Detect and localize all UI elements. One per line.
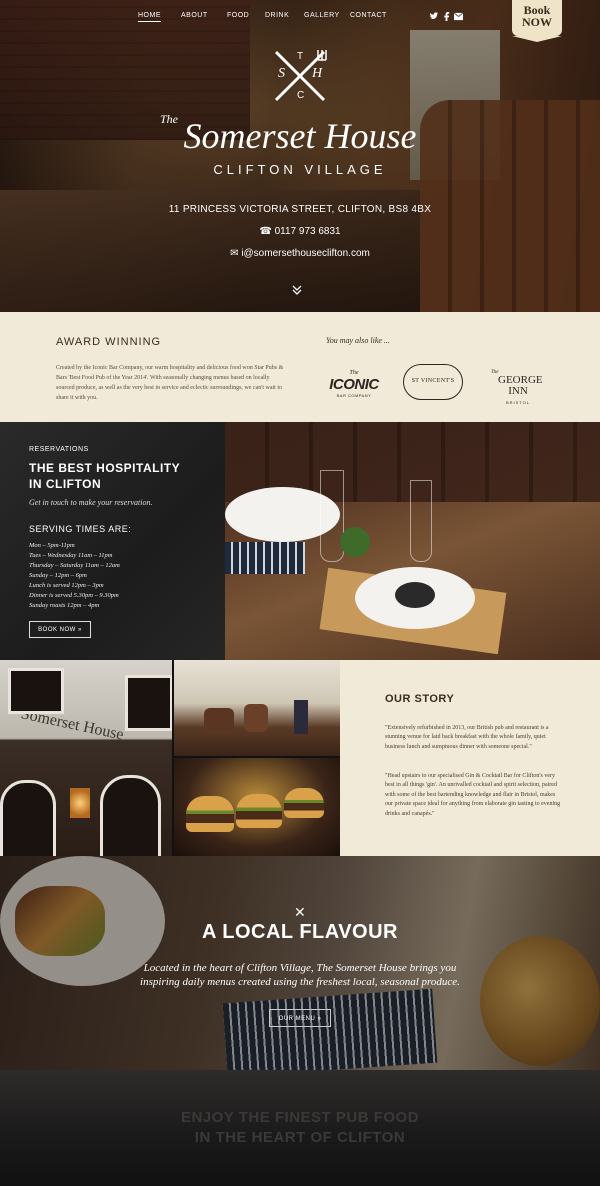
bottom-heading: ENJOY THE FINEST PUB FOOD IN THE HEART O…	[0, 1108, 600, 1148]
book-now-line2: NOW	[522, 15, 552, 29]
nav-food[interactable]: FOOD	[227, 12, 249, 19]
brand-george-inn[interactable]: The GEORGE INN BRISTOL	[488, 370, 548, 405]
reservations-tag: RESERVATIONS	[29, 446, 89, 453]
brand-iconic-sub: BAR COMPANY	[336, 393, 372, 398]
story-paragraph-1: "Extensively refurbished in 2013, our Br…	[385, 725, 549, 750]
bar-interior-photo	[174, 660, 340, 756]
hours-row: Lunch is served 12pm – 3pm	[29, 582, 104, 589]
hours-row: Thursday – Saturday 11am – 12am	[29, 562, 120, 569]
brand-iconic-name: ICONIC	[329, 376, 379, 393]
hero-section: HOME ABOUT FOOD DRINK GALLERY CONTACT Bo…	[0, 0, 600, 312]
brand-st-vincents-name: ST VINCENT'S	[411, 378, 455, 384]
phone-row[interactable]: ☎ 0117 973 6831	[0, 226, 600, 237]
local-flavour-line1: Located in the heart of Clifton Village,…	[143, 962, 457, 974]
reservations-intro: Get in touch to make your reservation.	[29, 498, 153, 507]
brand-george-sub: BRISTOL	[505, 400, 531, 405]
facebook-icon[interactable]	[443, 12, 450, 23]
reservations-heading: THE BEST HOSPITALITY IN CLIFTON	[29, 460, 209, 492]
napkin-image	[225, 542, 305, 574]
hours-row: Dinner is served 5.30pm – 9.30pm	[29, 592, 119, 599]
mail-icon: ✉	[230, 248, 242, 259]
nav-home[interactable]: HOME	[138, 12, 161, 22]
twitter-icon[interactable]	[430, 12, 439, 23]
monogram-h: H	[312, 66, 323, 81]
brand-st-vincents[interactable]: ST VINCENT'S	[403, 364, 463, 400]
local-flavour-heading: A LOCAL FLAVOUR	[201, 921, 398, 943]
nav-drink[interactable]: DRINK	[265, 12, 289, 19]
wine-glass-image	[410, 480, 432, 562]
logo-title: Somerset House	[183, 116, 417, 156]
close-icon: ✕	[294, 904, 306, 920]
email-row[interactable]: ✉ i@somersethouseclifton.com	[0, 248, 600, 259]
local-flavour-line2: inspiring daily menus created using the …	[140, 976, 460, 988]
award-text: Created by the Iconic Bar Company, our w…	[56, 365, 284, 401]
herb-pot-image	[340, 527, 370, 557]
hours-row: Sunday roasts 12pm – 4pm	[29, 602, 100, 609]
hours-row: Mon – 5pm-11pm	[29, 542, 75, 549]
award-heading: AWARD WINNING	[56, 336, 162, 348]
email-address: i@somersethouseclifton.com	[241, 248, 370, 259]
award-section: AWARD WINNING Created by the Iconic Bar …	[0, 312, 600, 422]
nav-contact[interactable]: CONTACT	[350, 12, 387, 19]
serving-times-title: SERVING TIMES ARE:	[29, 524, 132, 534]
bottom-banner: ENJOY THE FINEST PUB FOOD IN THE HEART O…	[0, 1070, 600, 1186]
phone-icon: ☎	[259, 226, 275, 237]
story-heading: OUR STORY	[385, 693, 455, 705]
brand-iconic[interactable]: The ICONIC BAR COMPANY	[324, 370, 384, 398]
main-nav: HOME ABOUT FOOD DRINK GALLERY CONTACT	[0, 12, 600, 26]
reservations-heading-line1: THE BEST HOSPITALITY	[29, 461, 181, 475]
scroll-down-icon[interactable]	[292, 285, 302, 298]
bottom-heading-line2: IN THE HEART OF CLIFTON	[194, 1129, 406, 1146]
reservations-heading-line2: IN CLIFTON	[29, 477, 102, 491]
nav-about[interactable]: ABOUT	[181, 12, 208, 19]
food-photo	[225, 422, 600, 660]
our-story-panel: OUR STORY "Extensively refurbished in 20…	[340, 660, 600, 856]
also-like-label: You may also like ...	[326, 336, 390, 345]
brand-george-name: GEORGE INN	[498, 374, 543, 397]
book-now-button[interactable]: BOOK NOW »	[29, 621, 91, 638]
serving-hours-list: Mon – 5pm-11pm Tues – Wednesday 11am – 1…	[29, 541, 120, 611]
hours-row: Sunday – 12pm – 6pm	[29, 572, 87, 579]
house-exterior-photo: Somerset House	[0, 660, 172, 856]
burger-photo	[174, 758, 340, 856]
mussels-image	[395, 582, 435, 608]
logo-subtitle: CLIFTON VILLAGE	[213, 162, 387, 177]
logo-monogram: S T C H	[268, 48, 332, 108]
book-now-ribbon[interactable]: Book NOW	[512, 0, 562, 42]
our-menu-button[interactable]: OUR MENU »	[269, 1009, 331, 1027]
bottom-heading-line1: ENJOY THE FINEST PUB FOOD	[180, 1109, 420, 1126]
monogram-t: T	[297, 51, 304, 62]
nav-gallery[interactable]: GALLERY	[304, 12, 340, 19]
mail-icon[interactable]	[453, 12, 464, 23]
monogram-c: C	[297, 90, 305, 101]
story-paragraph-2: "Head upstairs to our specialised Gin & …	[385, 773, 561, 817]
monogram-s: S	[278, 66, 285, 81]
reservations-panel: RESERVATIONS THE BEST HOSPITALITY IN CLI…	[0, 422, 225, 660]
address: 11 PRINCESS VICTORIA STREET, CLIFTON, BS…	[168, 204, 432, 215]
local-flavour-section: ✕ A LOCAL FLAVOUR Located in the heart o…	[0, 856, 600, 1070]
hours-row: Tues – Wednesday 11am – 11pm	[29, 552, 113, 559]
phone-number: 0117 973 6831	[274, 226, 341, 237]
